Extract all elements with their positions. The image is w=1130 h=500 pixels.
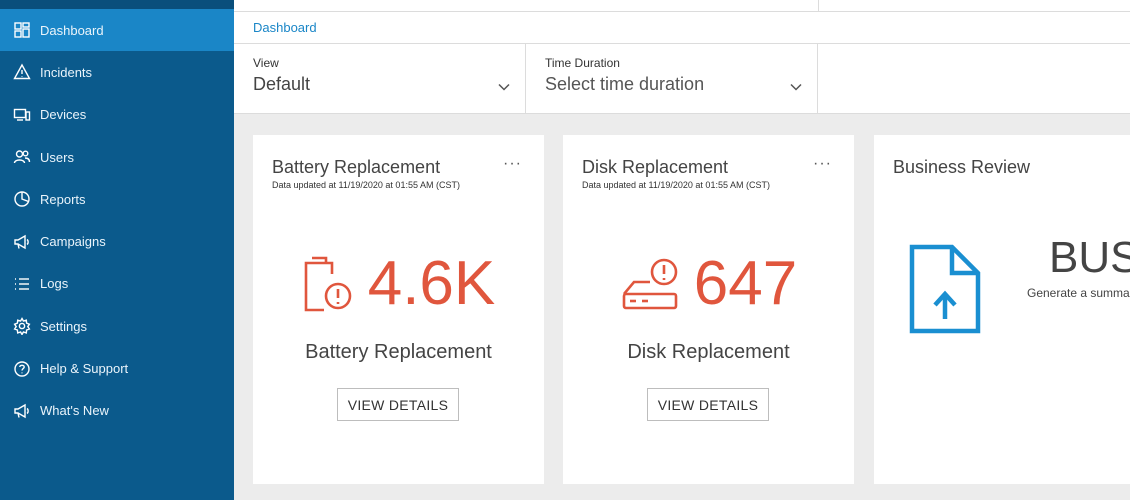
card-title: Business Review	[893, 157, 1031, 177]
sidebar-item-incidents[interactable]: Incidents	[0, 51, 234, 93]
top-bar	[234, 0, 1130, 12]
metric-value: 4.6K	[367, 249, 496, 318]
breadcrumb[interactable]: Dashboard	[253, 20, 317, 35]
sidebar-item-settings[interactable]: Settings	[0, 305, 234, 347]
document-upload-icon	[908, 243, 984, 335]
metric-row: 647	[563, 253, 854, 315]
dashboard-icon	[12, 20, 32, 40]
view-details-button[interactable]: VIEW DETAILS	[647, 388, 769, 421]
sidebar-item-whats-new[interactable]: What's New	[0, 390, 234, 432]
time-duration-value: Select time duration	[545, 74, 705, 94]
metric-value: 647	[693, 249, 798, 318]
sidebar-item-reports[interactable]: Reports	[0, 178, 234, 220]
gear-icon	[12, 316, 32, 336]
card-title: Disk Replacement	[582, 157, 729, 177]
sidebar-item-label: What's New	[40, 403, 109, 419]
time-duration-select[interactable]: Time Duration Select time duration	[526, 44, 818, 113]
sidebar-item-label: Devices	[40, 107, 87, 123]
warning-icon	[12, 62, 32, 82]
help-icon	[12, 359, 32, 379]
sidebar-item-campaigns[interactable]: Campaigns	[0, 220, 234, 262]
sidebar-item-help-support[interactable]: Help & Support	[0, 347, 234, 389]
sidebar: Dashboard Incidents Devices Users Report…	[0, 0, 234, 500]
list-icon	[12, 274, 32, 294]
megaphone-icon	[12, 401, 32, 421]
business-review-headline: BUS	[1049, 233, 1130, 282]
sidebar-item-label: Help & Support	[40, 361, 129, 377]
card-title: Battery Replacement	[272, 157, 441, 177]
view-select-value: Default	[253, 74, 311, 94]
view-select[interactable]: View Default	[234, 44, 526, 113]
main-content: Dashboard View Default Time Duration Sel…	[234, 0, 1130, 500]
pie-chart-icon	[12, 189, 32, 209]
metric-row: 4.6K	[253, 253, 544, 315]
view-select-label: View	[253, 56, 279, 70]
megaphone-icon	[12, 232, 32, 252]
sidebar-item-dashboard[interactable]: Dashboard	[0, 9, 234, 52]
business-review-description: Generate a summa	[1027, 286, 1130, 300]
sidebar-item-logs[interactable]: Logs	[0, 263, 234, 305]
sidebar-item-label: Campaigns	[40, 234, 106, 250]
card-more-menu[interactable]: ···	[503, 155, 522, 173]
view-details-button[interactable]: VIEW DETAILS	[337, 388, 459, 421]
card-more-menu[interactable]: ···	[813, 155, 832, 173]
sidebar-item-label: Settings	[40, 318, 87, 334]
users-icon	[12, 147, 32, 167]
sidebar-item-label: Logs	[40, 276, 69, 292]
metric-label: Disk Replacement	[627, 341, 790, 363]
business-review-card: Business Review BUS Generate a summa	[874, 135, 1130, 484]
sidebar-item-users[interactable]: Users	[0, 136, 234, 178]
breadcrumb-bar: Dashboard	[234, 12, 1130, 44]
chevron-down-icon	[497, 80, 511, 94]
filter-bar: View Default Time Duration Select time d…	[234, 44, 1130, 114]
disk-alert-icon	[620, 254, 684, 314]
sidebar-top-strip	[0, 0, 234, 9]
card-updated-timestamp: Data updated at 11/19/2020 at 01:55 AM (…	[582, 180, 770, 190]
battery-alert-icon	[302, 254, 358, 314]
sidebar-item-devices[interactable]: Devices	[0, 94, 234, 136]
battery-replacement-card: Battery Replacement Data updated at 11/1…	[253, 135, 544, 484]
sidebar-item-label: Dashboard	[40, 22, 104, 38]
sidebar-item-label: Reports	[40, 191, 86, 207]
card-updated-timestamp: Data updated at 11/19/2020 at 01:55 AM (…	[272, 180, 460, 190]
devices-icon	[12, 105, 32, 125]
metric-label: Battery Replacement	[305, 341, 492, 363]
time-duration-label: Time Duration	[545, 56, 620, 70]
disk-replacement-card: Disk Replacement Data updated at 11/19/2…	[563, 135, 854, 484]
sidebar-item-label: Users	[40, 149, 74, 165]
sidebar-item-label: Incidents	[40, 64, 93, 80]
chevron-down-icon	[789, 80, 803, 94]
top-bar-divider	[818, 0, 819, 12]
